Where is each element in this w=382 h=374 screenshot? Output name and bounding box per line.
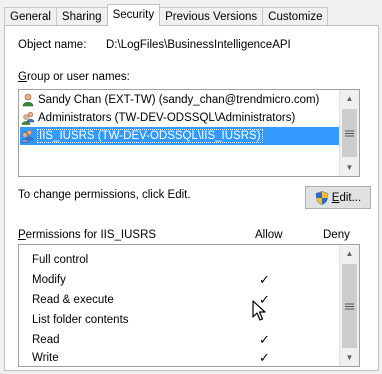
- permissions-header-rest: ermissions for IIS_IUSRS: [25, 229, 157, 241]
- tab-previous-versions[interactable]: Previous Versions: [159, 7, 264, 26]
- edit-label-rest: dit...: [339, 191, 362, 204]
- group-names-accel: G: [18, 71, 27, 83]
- scroll-up-arrow-icon[interactable]: ▲: [340, 245, 359, 262]
- change-permissions-text: To change permissions, click Edit.: [18, 189, 191, 201]
- permissions-header: Permissions for IIS_IUSRS: [18, 229, 156, 241]
- allow-check-icon: ✓: [259, 332, 270, 347]
- permission-row-read: Read: [32, 334, 60, 346]
- scroll-down-arrow-icon[interactable]: ▼: [340, 159, 359, 176]
- list-item-iis-iusrs[interactable]: IIS_IUSRS (TW-DEV-ODSSQL\IIS_IUSRS): [20, 127, 339, 145]
- tab-strip: General Sharing Security Previous Versio…: [4, 4, 329, 26]
- permission-row-list-folder-contents: List folder contents: [32, 314, 129, 326]
- group-names-label: Group or user names:: [18, 71, 130, 83]
- permission-row-modify: Modify: [32, 274, 66, 286]
- group-names-label-rest: roup or user names:: [26, 71, 130, 83]
- permission-row-write: Write: [32, 352, 59, 364]
- permissions-list: Full control Modify ✓ Read & execute ✓ L…: [18, 244, 360, 367]
- permissions-accel: P: [18, 229, 26, 241]
- tab-general[interactable]: General: [4, 7, 57, 26]
- scrollbar-thumb[interactable]: [342, 109, 357, 157]
- scroll-down-arrow-icon[interactable]: ▼: [340, 349, 359, 366]
- tab-customize[interactable]: Customize: [262, 7, 329, 26]
- permissions-scrollbar[interactable]: ▲ ▼: [339, 245, 359, 366]
- list-item-sandy-chan[interactable]: Sandy Chan (EXT-TW) (sandy_chan@trendmic…: [21, 91, 319, 109]
- grip-icon: [345, 130, 354, 136]
- deny-column-header: Deny: [323, 229, 350, 241]
- security-panel: Object name: D:\LogFiles\BusinessIntelli…: [4, 25, 379, 371]
- permission-row-full-control: Full control: [32, 254, 89, 266]
- object-name-label: Object name:: [18, 39, 87, 51]
- mouse-pointer-icon: [252, 300, 266, 325]
- scroll-up-arrow-icon[interactable]: ▲: [340, 90, 359, 107]
- list-item-label: IIS_IUSRS (TW-DEV-ODSSQL\IIS_IUSRS): [37, 129, 263, 143]
- shield-icon: [315, 190, 329, 205]
- user-icon: [21, 93, 35, 107]
- permission-row-read-execute: Read & execute: [32, 294, 114, 306]
- edit-button-label: Edit...: [332, 192, 361, 204]
- group-list-scrollbar[interactable]: ▲ ▼: [339, 90, 359, 176]
- group-icon: [21, 111, 35, 125]
- allow-check-icon: ✓: [259, 350, 270, 365]
- tab-sharing[interactable]: Sharing: [55, 7, 108, 26]
- group-icon: [20, 129, 34, 143]
- group-user-list[interactable]: Sandy Chan (EXT-TW) (sandy_chan@trendmic…: [18, 89, 360, 177]
- edit-button[interactable]: Edit...: [305, 186, 371, 209]
- scrollbar-thumb[interactable]: [342, 264, 357, 348]
- object-name-value: D:\LogFiles\BusinessIntelligenceAPI: [106, 39, 291, 51]
- allow-column-header: Allow: [255, 229, 283, 241]
- list-item-label: Administrators (TW-DEV-ODSSQL\Administra…: [38, 112, 296, 124]
- list-item-administrators[interactable]: Administrators (TW-DEV-ODSSQL\Administra…: [21, 109, 295, 127]
- grip-icon: [345, 303, 354, 309]
- tab-security[interactable]: Security: [106, 4, 161, 26]
- list-item-label: Sandy Chan (EXT-TW) (sandy_chan@trendmic…: [38, 94, 320, 106]
- allow-check-icon: ✓: [259, 272, 270, 287]
